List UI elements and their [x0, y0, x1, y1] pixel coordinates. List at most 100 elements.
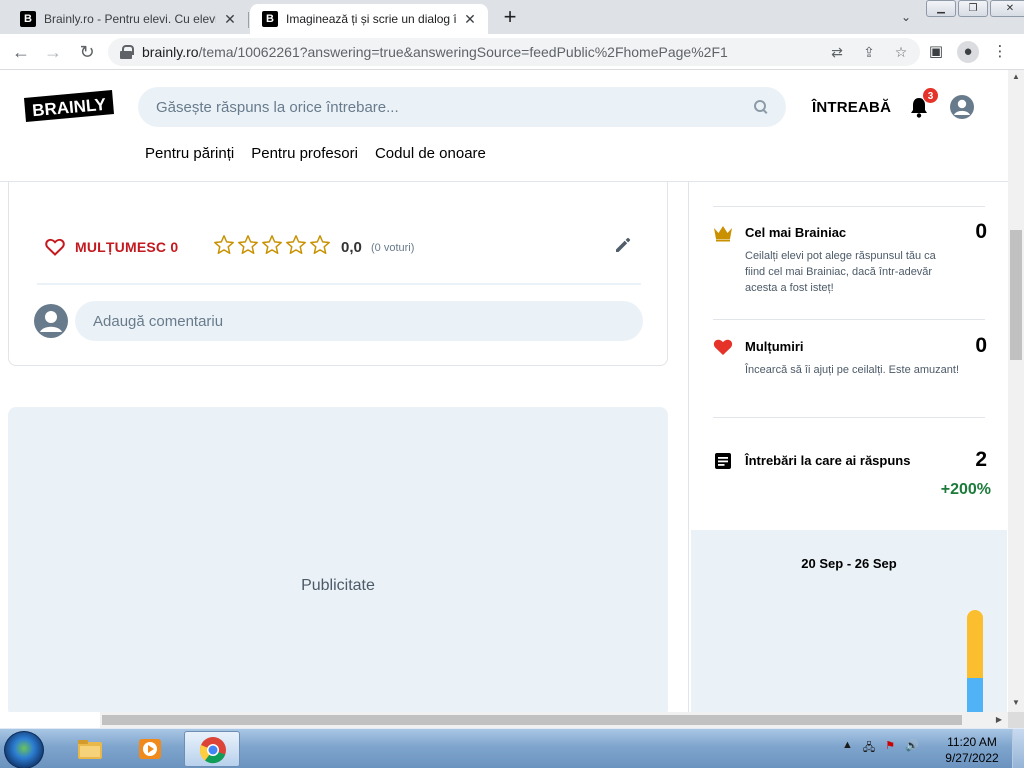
notification-count-badge: 3 [922, 87, 939, 104]
tab-separator [248, 12, 249, 28]
taskbar-chrome[interactable] [184, 731, 240, 767]
stat-value: 0 [975, 220, 987, 243]
brainly-logo[interactable]: BRAINLY [24, 90, 114, 122]
back-arrow-icon[interactable]: ← [10, 41, 32, 63]
menu-dots-icon[interactable]: ⋮ [989, 41, 1011, 63]
stat-title: Întrebări la care ai răspuns [745, 453, 911, 468]
forward-arrow-icon[interactable]: → [42, 41, 64, 63]
clock-time: 11:20 AM [947, 735, 997, 749]
side-panel-icon[interactable]: ▣ [925, 41, 947, 63]
user-avatar-icon[interactable] [950, 95, 974, 119]
rating-star-icon[interactable] [261, 234, 283, 256]
browser-tab-bar: B Brainly.ro - Pentru elevi. Cu elevi. ✕… [0, 0, 1024, 34]
browser-tab-brainly-home[interactable]: B Brainly.ro - Pentru elevi. Cu elevi. ✕ [8, 4, 248, 34]
restore-button[interactable]: ❐ [958, 0, 988, 17]
browser-tab-current[interactable]: B Imaginează ți și scrie un dialog în ✕ [250, 4, 488, 34]
nav-link-parents[interactable]: Pentru părinți [145, 145, 234, 162]
user-stats-panel: Cel mai Brainiac 0 Ceilalți elevi pot al… [688, 182, 1008, 712]
new-tab-button[interactable]: + [498, 6, 522, 30]
folder-icon [78, 740, 102, 759]
tab-close-icon[interactable]: ✕ [222, 11, 238, 28]
search-icon[interactable] [754, 100, 768, 114]
rating-star-icon[interactable] [237, 234, 259, 256]
advertisement-label: Publicitate [301, 577, 375, 594]
search-input[interactable] [156, 98, 754, 116]
clock-date: 9/27/2022 [945, 751, 999, 765]
edit-pencil-icon[interactable] [613, 235, 633, 255]
advertisement-block: Publicitate [8, 407, 668, 712]
crown-icon [714, 226, 732, 242]
answer-card: MULȚUMESC 0 0,0 (0 voturi) [8, 182, 668, 366]
windows-taskbar: ▲ 🖧 ⚑ 🔊 11:20 AM 9/27/2022 [0, 728, 1024, 768]
taskbar-explorer[interactable] [62, 731, 118, 767]
thanks-button[interactable]: MULȚUMESC 0 [45, 238, 178, 256]
commenter-avatar-icon [34, 304, 68, 338]
panel-divider [713, 417, 985, 418]
horizontal-scroll-thumb[interactable] [102, 715, 962, 725]
page-viewport: BRAINLY ÎNTREABĂ 3 Pentru părinți Pentru… [0, 70, 1008, 712]
rating-star-icon[interactable] [213, 234, 235, 256]
browser-toolbar: ← → ↻ brainly.ro/tema/10062261?answering… [0, 34, 1024, 70]
tab-search-chevron-icon[interactable]: ⌄ [896, 7, 916, 27]
address-bar[interactable]: brainly.ro/tema/10062261?answering=true&… [108, 38, 920, 66]
comment-input[interactable] [75, 301, 643, 341]
answers-list-icon [715, 453, 731, 469]
panel-divider [713, 206, 985, 207]
nav-link-teachers[interactable]: Pentru profesori [251, 145, 358, 162]
secondary-nav: Pentru părinți Pentru profesori Codul de… [145, 145, 486, 162]
heart-icon [713, 339, 733, 355]
stat-value: 0 [975, 334, 987, 357]
scrollbar-gap [0, 712, 100, 728]
show-desktop-button[interactable] [1012, 729, 1024, 768]
nav-link-honor-code[interactable]: Codul de onoare [375, 145, 486, 162]
scroll-down-arrow-icon[interactable]: ▼ [1008, 696, 1024, 710]
stat-title: Mulțumiri [745, 339, 804, 354]
tab-title: Imaginează ți și scrie un dialog în [286, 12, 456, 26]
scroll-up-arrow-icon[interactable]: ▲ [1008, 70, 1024, 84]
ask-question-button[interactable]: ÎNTREABĂ [812, 99, 891, 116]
card-divider [37, 283, 641, 285]
rating-star-icon[interactable] [285, 234, 307, 256]
chrome-icon [199, 737, 226, 764]
stat-change-percent: +200% [940, 481, 991, 498]
tray-expand-icon[interactable]: ▲ [842, 739, 853, 758]
lock-icon[interactable] [120, 45, 134, 59]
stat-value: 2 [975, 448, 987, 471]
rating-stars[interactable] [213, 234, 331, 256]
rating-value: 0,0 [341, 239, 362, 256]
heart-outline-icon [45, 238, 65, 256]
action-center-flag-icon[interactable]: ⚑ [885, 739, 895, 758]
system-tray: ▲ 🖧 ⚑ 🔊 [842, 739, 919, 758]
site-header: BRAINLY ÎNTREABĂ 3 Pentru părinți Pentru… [0, 70, 1008, 182]
weekly-progress-chart: 20 Sep - 26 Sep [691, 530, 1007, 712]
vertical-scroll-thumb[interactable] [1010, 230, 1022, 360]
question-search-box[interactable] [138, 87, 786, 127]
rating-star-icon[interactable] [309, 234, 331, 256]
taskbar-clock[interactable]: 11:20 AM 9/27/2022 [940, 734, 1004, 766]
week-range-label: 20 Sep - 26 Sep [801, 556, 897, 571]
bookmark-star-icon[interactable]: ☆ [892, 43, 910, 61]
minimize-button[interactable]: ▁ [926, 0, 956, 17]
taskbar-media-player[interactable] [122, 731, 178, 767]
translate-icon[interactable]: ⇄ [828, 43, 846, 61]
start-button[interactable] [4, 731, 44, 768]
profile-avatar-icon[interactable]: ● [957, 41, 979, 63]
brainly-favicon-icon: B [262, 11, 278, 27]
reload-icon[interactable]: ↻ [76, 41, 98, 63]
weekly-bar-blue [967, 678, 983, 712]
scroll-right-arrow-icon[interactable]: ▶ [992, 712, 1006, 728]
share-icon[interactable]: ⇪ [860, 43, 878, 61]
network-icon[interactable]: 🖧 [863, 739, 875, 758]
volume-icon[interactable]: 🔊 [905, 739, 919, 758]
stat-description: Ceilalți elevi pot alege răspunsul tău c… [745, 250, 936, 294]
url-text[interactable]: brainly.ro/tema/10062261?answering=true&… [142, 44, 828, 60]
window-controls: ▁ ❐ ✕ [926, 0, 1024, 17]
tab-close-icon[interactable]: ✕ [462, 11, 478, 28]
brainly-favicon-icon: B [20, 11, 36, 27]
media-player-icon [139, 739, 161, 759]
horizontal-scrollbar[interactable]: ▶ [100, 712, 1008, 728]
window-close-button[interactable]: ✕ [990, 0, 1024, 17]
stat-description: Încearcă să îi ajuți pe ceilalți. Este a… [745, 364, 959, 376]
weekly-bar-yellow [967, 610, 983, 678]
vertical-scrollbar[interactable]: ▲ ▼ [1008, 70, 1024, 712]
